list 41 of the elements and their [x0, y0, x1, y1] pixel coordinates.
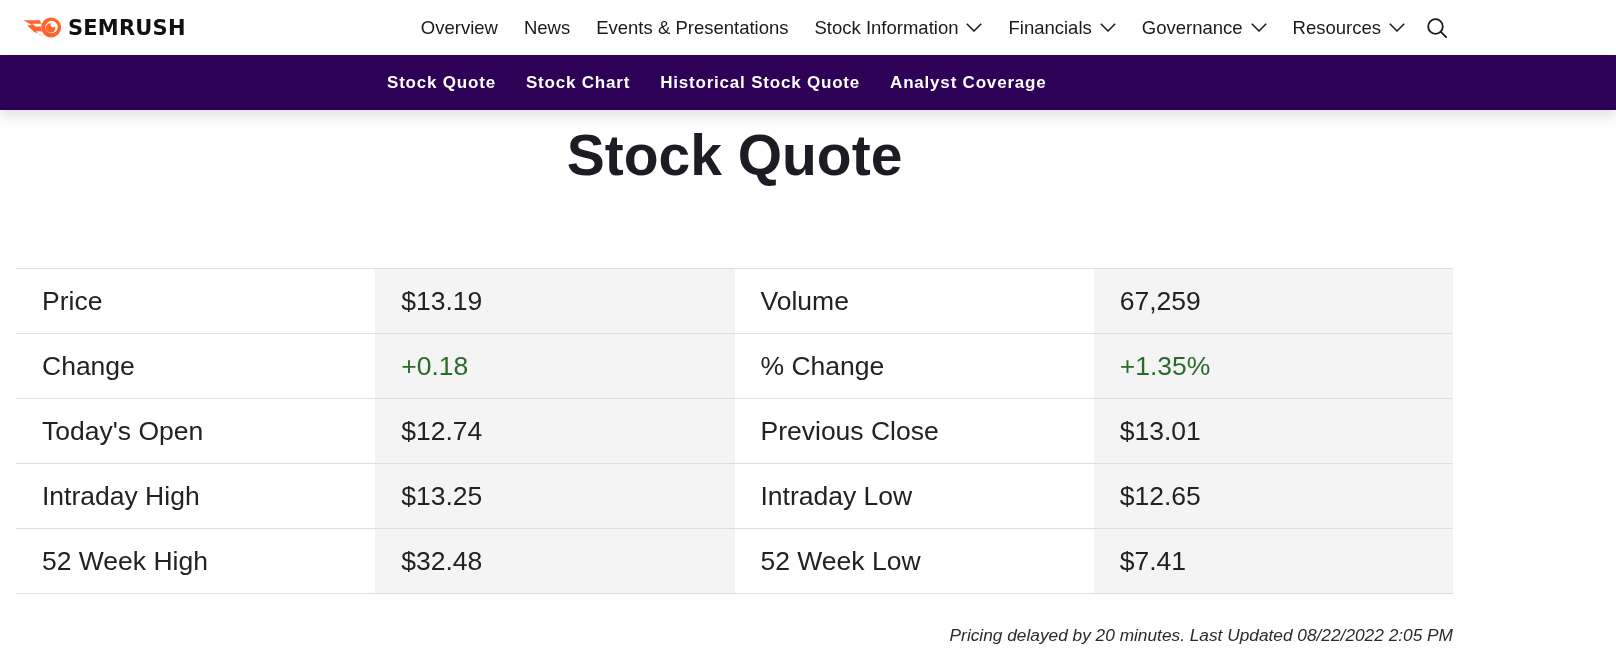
section-nav-link[interactable]: Stock Chart — [525, 72, 631, 93]
stat-value-cell: $13.19 — [375, 269, 735, 333]
search-icon — [1427, 17, 1447, 38]
stat-label: 52 Week High — [42, 545, 208, 577]
section-nav-link[interactable]: Stock Quote — [387, 72, 496, 93]
stat-value-cell: $12.74 — [375, 399, 735, 463]
section-nav-link[interactable]: Analyst Coverage — [890, 72, 1047, 93]
chevron-down-icon — [1099, 23, 1116, 32]
pricing-note: Pricing delayed by 20 minutes. Last Updated 08/22/2022 2:05 PM — [949, 625, 1453, 645]
stat-label: Intraday Low — [760, 480, 913, 512]
nav-link[interactable]: Events & Presentations — [596, 16, 789, 39]
stat-value-cell: $13.25 — [375, 464, 735, 528]
chevron-down-icon — [1389, 23, 1405, 32]
chevron-down-icon — [1250, 23, 1267, 32]
chevron-down-icon — [966, 23, 983, 32]
stat-value-cell: $13.01 — [1093, 399, 1453, 463]
stat-label: Today's Open — [42, 415, 204, 447]
stat-label: Intraday High — [42, 480, 200, 512]
stat-label: Volume — [760, 285, 849, 317]
stat-value-cell: $7.41 — [1093, 529, 1453, 593]
nav-menu-button[interactable]: Stock Information — [814, 16, 983, 39]
stat-value-cell: +1.35% — [1093, 334, 1453, 398]
stat-label: % Change — [760, 350, 885, 382]
fireball-icon — [23, 17, 62, 38]
nav-menu-button[interactable]: Governance — [1141, 16, 1267, 39]
stat-label: Price — [42, 285, 103, 317]
stat-value-cell: $32.48 — [375, 529, 735, 593]
page-title: Stock Quote — [566, 122, 903, 189]
nav-menu-button[interactable]: Financials — [1008, 16, 1116, 39]
nav-link[interactable]: Overview — [420, 16, 498, 39]
stat-value-cell: +0.18 — [375, 334, 735, 398]
nav-link[interactable]: News — [523, 16, 571, 39]
logo-link[interactable]: SEMRUSH — [23, 15, 186, 40]
stat-value-cell: $12.65 — [1093, 464, 1453, 528]
search-button[interactable] — [1427, 17, 1447, 38]
nav-menu-button[interactable]: Resources — [1292, 16, 1405, 39]
stat-label: Previous Close — [760, 415, 939, 447]
stat-label: Change — [42, 350, 135, 382]
stat-value-cell: 67,259 — [1093, 269, 1453, 333]
stat-label: 52 Week Low — [760, 545, 921, 577]
section-nav-link[interactable]: Historical Stock Quote — [660, 72, 861, 93]
